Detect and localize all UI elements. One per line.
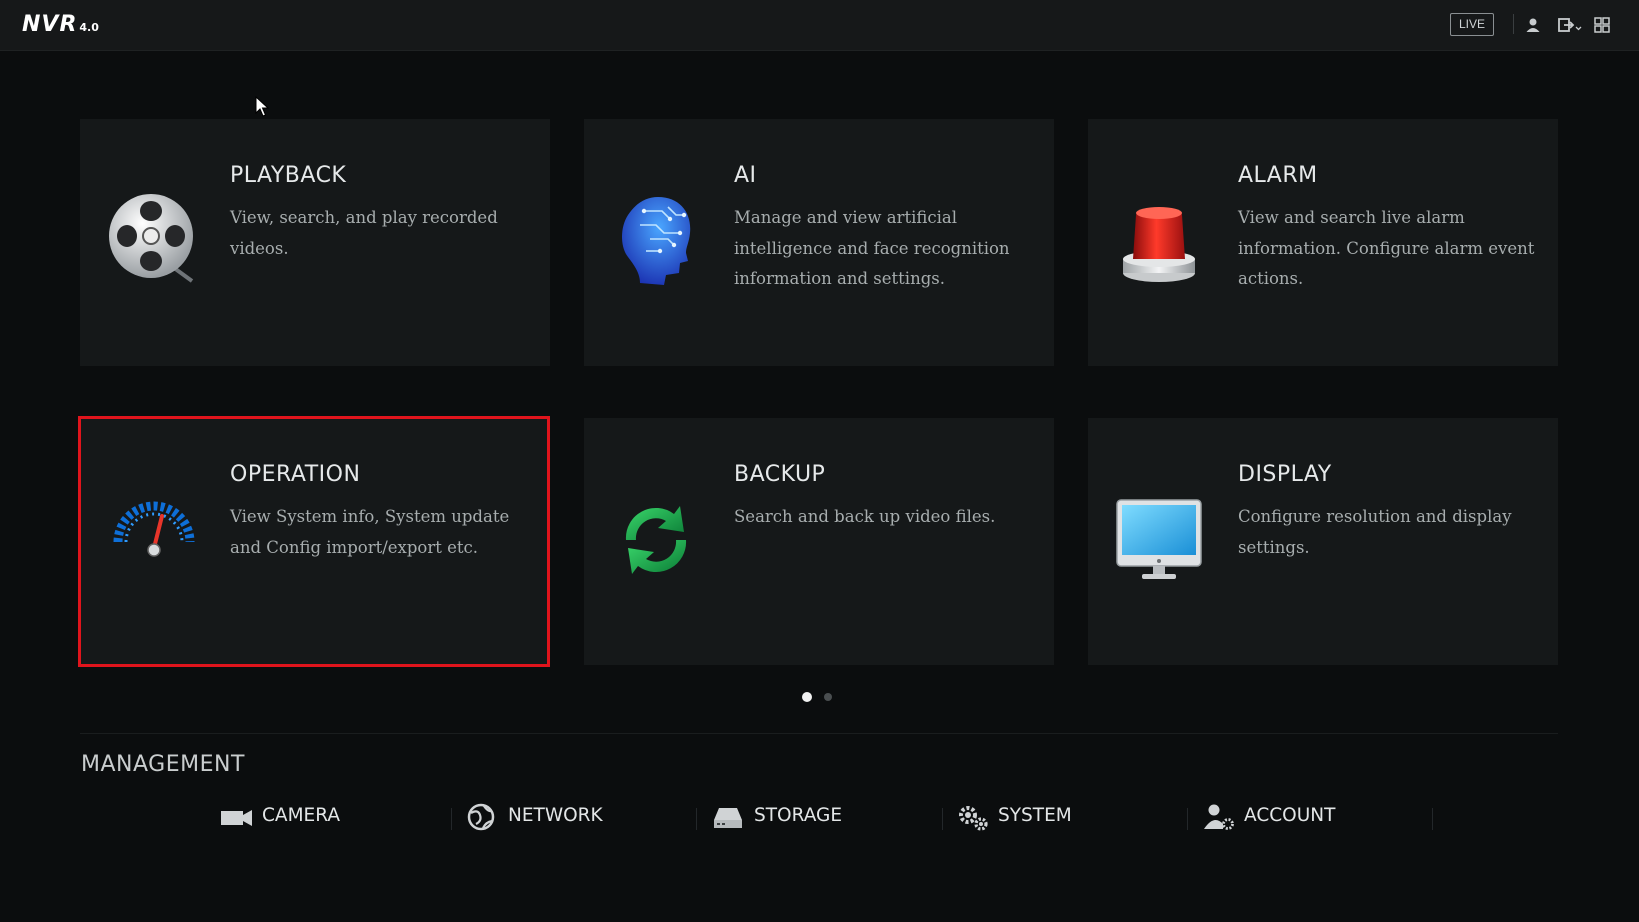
film-reel-icon	[109, 194, 194, 283]
display-card[interactable]: DISPLAY Configure resolution and display…	[1088, 418, 1558, 665]
alarm-card[interactable]: ALARM View and search live alarm informa…	[1088, 119, 1558, 366]
camera-icon	[221, 810, 252, 826]
divider	[1513, 14, 1514, 34]
divider	[1432, 808, 1433, 830]
page-dot-1[interactable]	[802, 692, 812, 702]
storage-icon	[714, 808, 742, 828]
card-title: OPERATION	[230, 462, 361, 487]
divider	[80, 733, 1558, 734]
operation-card[interactable]: OPERATION View System info, System updat…	[80, 418, 550, 665]
page-dot-2[interactable]	[824, 693, 832, 701]
card-title: DISPLAY	[1238, 462, 1332, 487]
top-bar: NVR 4.0 LIVE	[0, 0, 1639, 51]
card-description: View and search live alarm information. …	[1238, 208, 1535, 288]
card-description: View, search, and play recorded videos.	[230, 208, 498, 258]
logout-icon[interactable]	[1556, 15, 1582, 35]
backup-card[interactable]: BACKUP Search and back up video files.	[584, 418, 1054, 665]
monitor-icon	[1116, 499, 1202, 579]
refresh-icon	[625, 506, 687, 574]
card-title: ALARM	[1238, 163, 1318, 188]
live-button[interactable]: LIVE	[1450, 13, 1494, 36]
management-title: MANAGEMENT	[81, 752, 245, 777]
grid-icon[interactable]	[1592, 15, 1612, 35]
globe-icon	[467, 803, 495, 831]
alarm-light-icon	[1123, 207, 1195, 282]
ai-card[interactable]: AI Manage and view artificial intelligen…	[584, 119, 1054, 366]
card-title: BACKUP	[734, 462, 826, 487]
playback-card[interactable]: PLAYBACK View, search, and play recorded…	[80, 119, 550, 366]
account-icon	[1204, 804, 1234, 830]
ai-head-icon	[622, 197, 691, 285]
gears-icon	[959, 806, 988, 831]
management-item-label: NETWORK	[508, 805, 603, 826]
card-title: AI	[734, 163, 757, 188]
management-item-label: ACCOUNT	[1244, 805, 1336, 826]
divider	[696, 808, 697, 830]
management-item-label: CAMERA	[262, 805, 340, 826]
gauge-icon	[113, 501, 195, 557]
divider	[1187, 808, 1188, 830]
mouse-cursor-icon	[255, 96, 270, 117]
divider	[451, 808, 452, 830]
card-title: PLAYBACK	[230, 163, 347, 188]
management-item-label: SYSTEM	[998, 805, 1072, 826]
card-description: View System info, System update and Conf…	[230, 507, 510, 557]
card-description: Configure resolution and display setting…	[1238, 507, 1512, 557]
app-logo: NVR 4.0	[22, 12, 99, 37]
user-icon[interactable]	[1523, 15, 1543, 35]
divider	[942, 808, 943, 830]
card-description: Search and back up video files.	[734, 507, 996, 526]
card-description: Manage and view artificial intelligence …	[734, 208, 1010, 288]
management-item-label: STORAGE	[754, 805, 843, 826]
